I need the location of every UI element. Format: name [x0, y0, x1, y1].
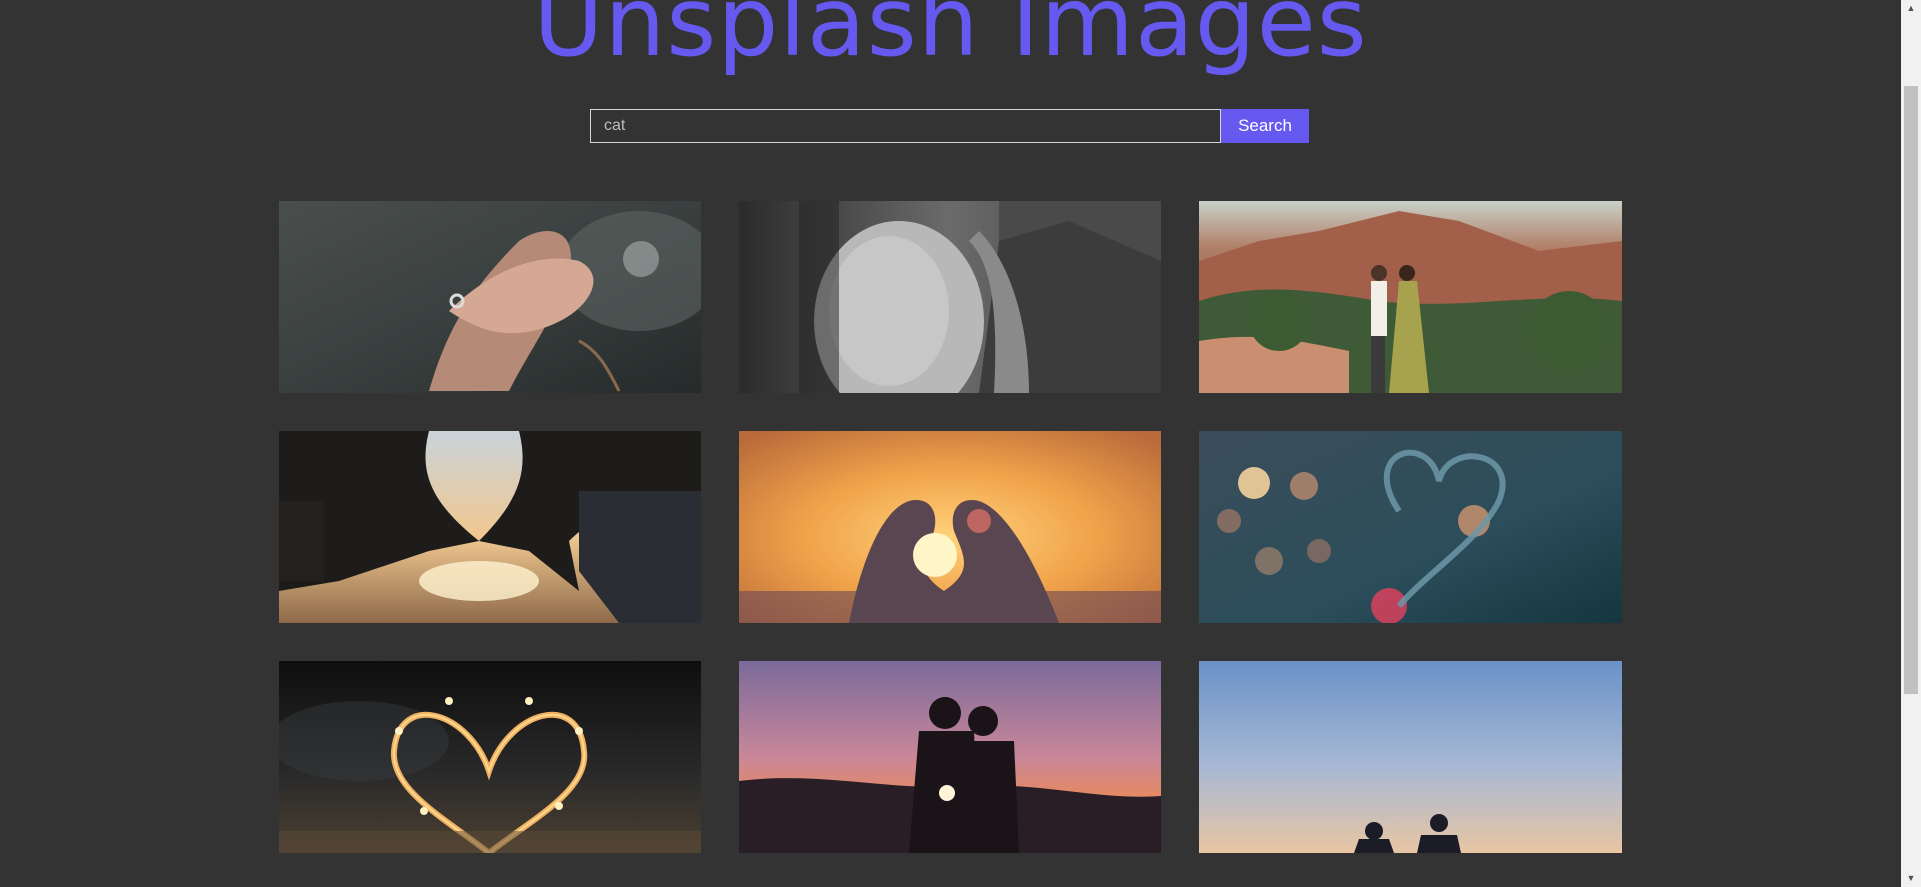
image-heart-drawn-on-glass: [1199, 431, 1622, 623]
image-card[interactable]: [739, 201, 1161, 393]
scrollbar-thumb[interactable]: [1904, 86, 1918, 694]
image-card[interactable]: [279, 661, 701, 853]
image-elderly-couple-bw: [739, 201, 1161, 393]
image-couple-silhouette-sunset: [739, 661, 1161, 853]
app-page: Unsplash Images Search: [0, 0, 1901, 887]
search-input[interactable]: [590, 109, 1221, 143]
image-grid: [279, 201, 1622, 853]
image-heart-hands-orange-sun: [739, 431, 1161, 623]
image-card[interactable]: [279, 201, 701, 393]
search-button[interactable]: Search: [1221, 109, 1309, 143]
image-hands-ring: [279, 201, 701, 393]
image-heart-string-lights: [279, 661, 701, 853]
image-card[interactable]: [739, 661, 1161, 853]
image-couple-red-rocks: [1199, 201, 1622, 393]
page-title: Unsplash Images: [533, 0, 1368, 78]
triangle-up-icon[interactable]: ▲: [1901, 0, 1921, 17]
image-card[interactable]: [1199, 661, 1622, 853]
triangle-down-icon[interactable]: ▼: [1901, 870, 1921, 887]
image-card[interactable]: [1199, 431, 1622, 623]
search-form: Search: [590, 109, 1309, 143]
image-card[interactable]: [739, 431, 1161, 623]
image-card[interactable]: [1199, 201, 1622, 393]
image-couple-blue-sky: [1199, 661, 1622, 853]
vertical-scrollbar[interactable]: ▲ ▼: [1901, 0, 1921, 887]
image-card[interactable]: [279, 431, 701, 623]
image-heart-hands-beach-sunset: [279, 431, 701, 623]
